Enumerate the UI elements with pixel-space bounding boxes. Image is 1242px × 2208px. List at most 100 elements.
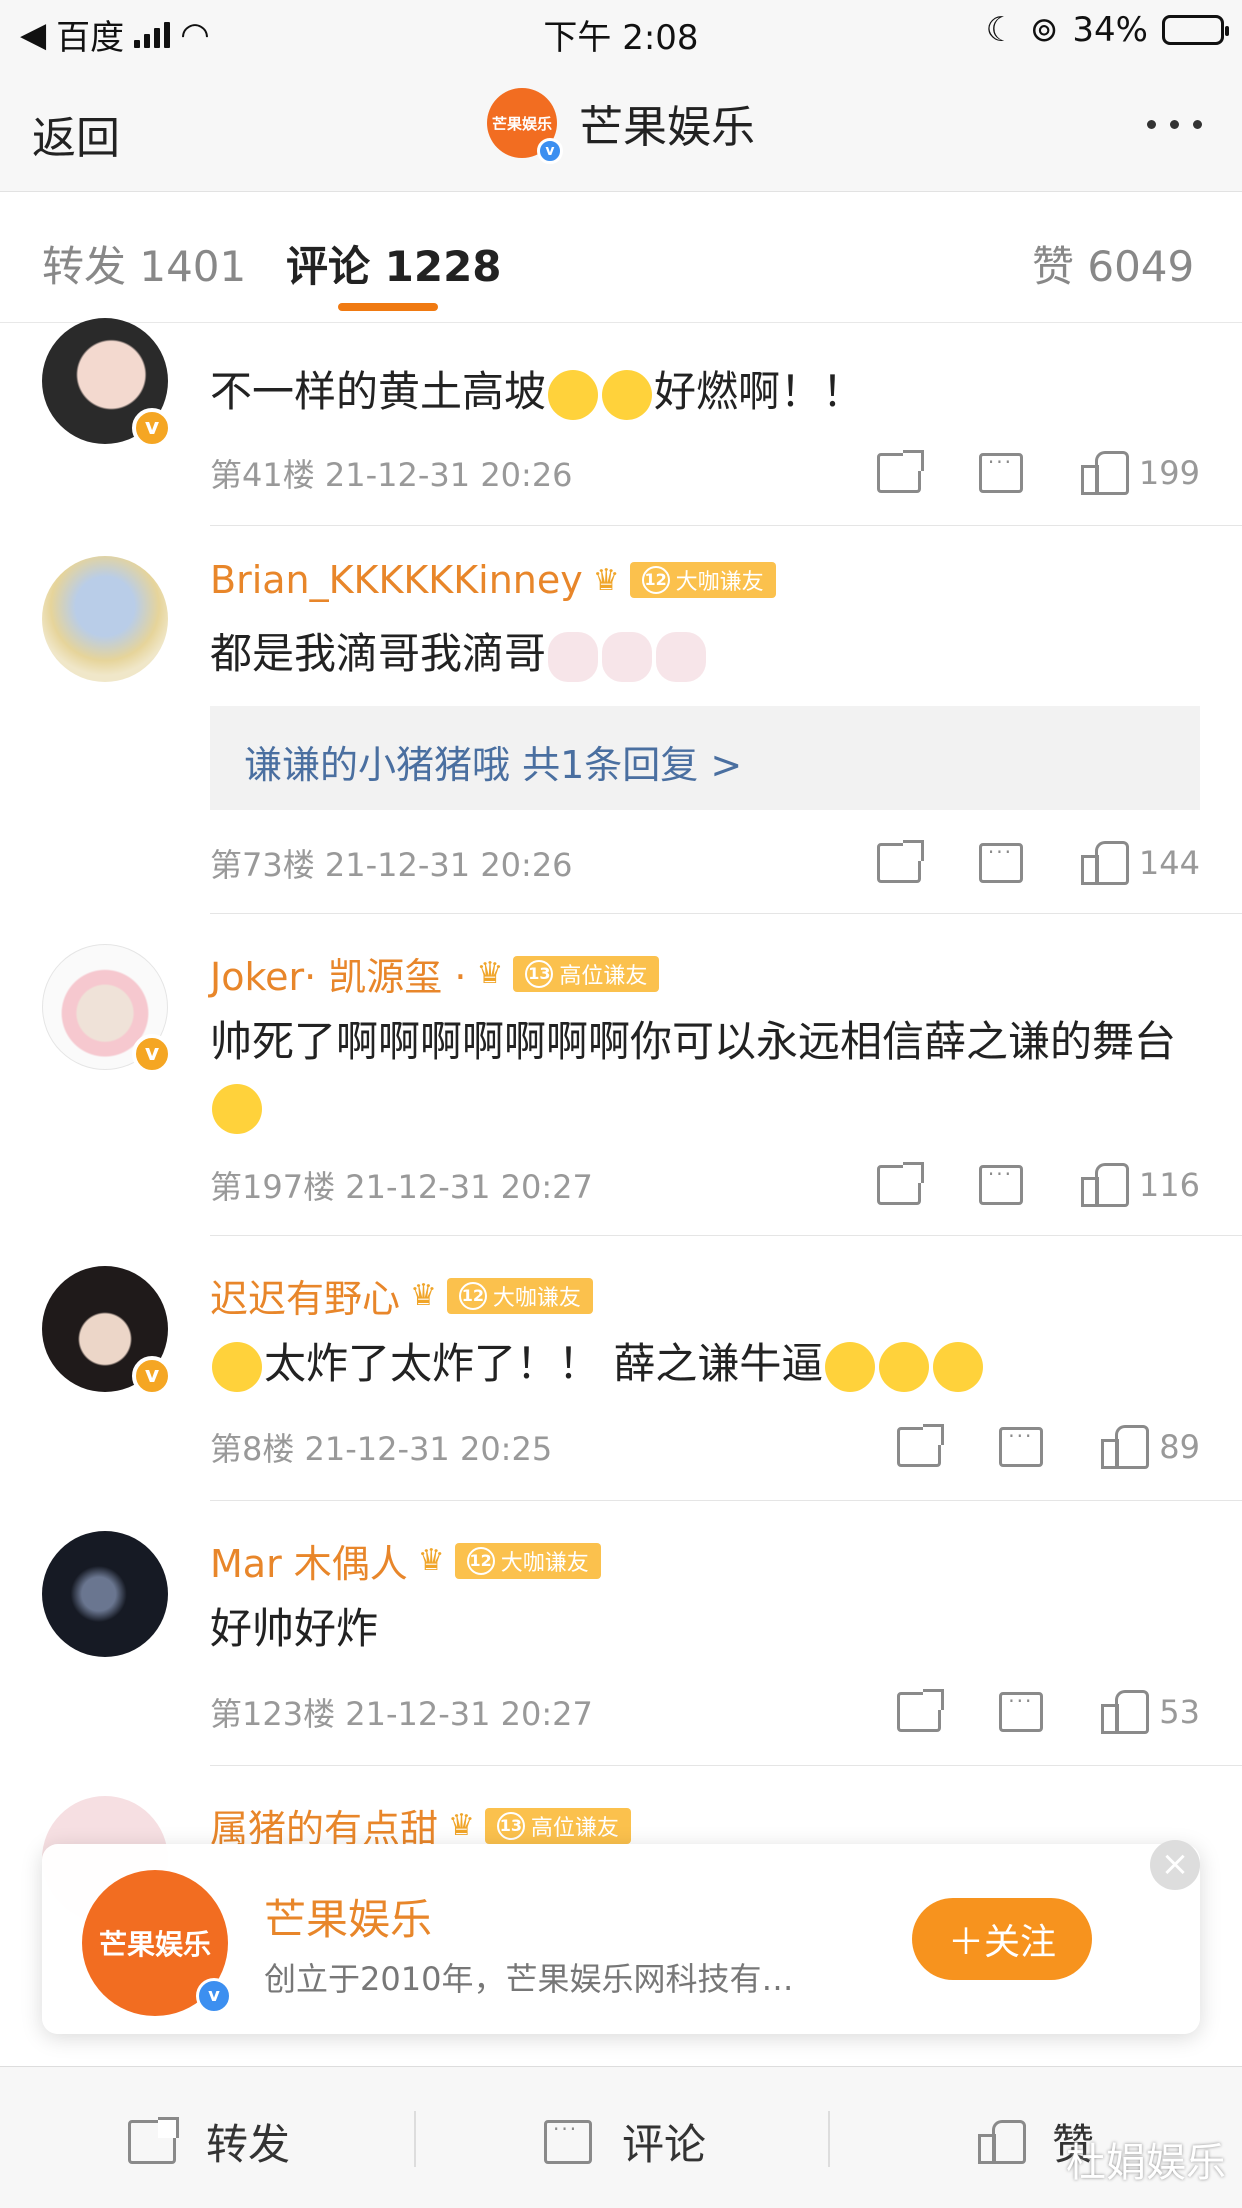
more-icon[interactable] xyxy=(1147,120,1202,129)
status-bar: ◀ 百度 ◠ 下午 2:08 ☾ ⊚ 34% xyxy=(0,0,1242,62)
watermark: 杜娟娱乐 xyxy=(1066,2140,1226,2186)
nav-bar: 返回 芒果娱乐 v 芒果娱乐 xyxy=(0,62,1242,192)
verified-icon: v xyxy=(132,408,172,448)
floor-time: 第8楼 21-12-31 20:25 xyxy=(210,1430,553,1468)
crown-icon: ♛ xyxy=(448,1808,475,1843)
reply-icon[interactable] xyxy=(978,840,1023,883)
crown-icon: ♛ xyxy=(417,1543,445,1578)
crown-icon: ♛ xyxy=(476,956,504,991)
avatar[interactable]: v xyxy=(42,318,172,448)
tab-bar: 转发 1401 评论 1228 赞 6049 xyxy=(0,193,1242,323)
thumbs-up-icon xyxy=(1080,841,1129,885)
like-count: 144 xyxy=(1138,844,1200,882)
comment-meta: 第73楼 21-12-31 20:26 144 xyxy=(210,840,1200,886)
fan-level-badge: 12 大咖谦友 xyxy=(454,1542,601,1579)
nav-title[interactable]: 芒果娱乐 v 芒果娱乐 xyxy=(0,88,1242,164)
crying-emoji-icon xyxy=(212,1083,262,1134)
thumbs-up-icon xyxy=(1101,1425,1150,1469)
moon-icon: ☾ xyxy=(985,10,1016,50)
reply-icon[interactable] xyxy=(978,1162,1023,1205)
like-button[interactable]: 144 xyxy=(1080,841,1200,885)
crown-icon: ♛ xyxy=(410,1278,437,1313)
follow-banner[interactable]: 芒果娱乐 v 芒果娱乐 创立于2010年，芒果娱乐网科技有… ＋关注 × xyxy=(42,1840,1200,2034)
comment-meta: 第123楼 21-12-31 20:27 53 xyxy=(210,1689,1200,1735)
verified-icon: v xyxy=(132,1356,172,1396)
repost-button[interactable]: 转发 xyxy=(128,2111,290,2172)
username[interactable]: Joker· 凯源玺 · ♛ 13 高位谦友 xyxy=(210,946,660,1001)
account-logo[interactable]: 芒果娱乐 v xyxy=(487,88,563,164)
bunny-emoji-icon xyxy=(548,631,599,682)
repost-label: 转发 xyxy=(206,2120,291,2169)
like-count: 89 xyxy=(1159,1428,1200,1466)
share-icon[interactable] xyxy=(876,840,924,883)
tab-like[interactable]: 赞 6049 xyxy=(1032,233,1194,294)
comment-meta: 第41楼 21-12-31 20:26 199 xyxy=(210,450,1200,496)
comment-label: 评论 xyxy=(622,2120,707,2169)
emoji-icon xyxy=(212,1341,262,1392)
bottom-action-bar: 转发 评论 赞 xyxy=(0,2066,1242,2208)
like-count: 53 xyxy=(1159,1693,1200,1731)
comment-text: 不一样的黄土高坡 好燃啊！！ xyxy=(210,360,1200,424)
share-icon[interactable] xyxy=(876,450,924,493)
avatar[interactable]: v xyxy=(42,944,172,1074)
username[interactable]: Mar 木偶人 ♛ 12 大咖谦友 xyxy=(210,1533,601,1588)
verified-icon: v xyxy=(196,1978,232,2014)
active-tab-indicator xyxy=(338,303,438,311)
floor-time: 第123楼 21-12-31 20:27 xyxy=(210,1695,593,1733)
rotation-lock-icon: ⊚ xyxy=(1029,10,1059,50)
fan-level-badge: 12 大咖谦友 xyxy=(446,1277,593,1314)
emoji-icon xyxy=(602,369,653,420)
divider xyxy=(414,2111,416,2167)
banner-description: 创立于2010年，芒果娱乐网科技有… xyxy=(264,1960,794,1998)
emoji-icon xyxy=(548,369,599,420)
avatar[interactable] xyxy=(42,1531,168,1657)
reply-preview[interactable]: 谦谦的小猪猪哦 共1条回复 > xyxy=(210,706,1200,810)
bunny-emoji-icon xyxy=(602,631,653,682)
share-icon[interactable] xyxy=(876,1162,924,1205)
floor-time: 第73楼 21-12-31 20:26 xyxy=(210,846,573,884)
account-name[interactable]: 芒果娱乐 xyxy=(579,91,755,155)
tab-repost[interactable]: 转发 1401 xyxy=(42,233,246,294)
share-icon[interactable] xyxy=(897,1424,945,1467)
divider xyxy=(210,913,1242,914)
floor-time: 第41楼 21-12-31 20:26 xyxy=(210,456,573,494)
reply-icon[interactable] xyxy=(999,1424,1044,1467)
comment-text: 都是我滴哥我滴哥 xyxy=(210,622,1200,686)
follow-button[interactable]: ＋关注 xyxy=(912,1898,1092,1980)
comment-text: 帅死了啊啊啊啊啊啊啊你可以永远相信薛之谦的舞台 xyxy=(210,1010,1200,1138)
share-icon[interactable] xyxy=(897,1689,945,1732)
like-button[interactable]: 89 xyxy=(1101,1425,1200,1469)
username[interactable]: Brian_KKKKKKinney ♛ 12 大咖谦友 xyxy=(210,558,776,602)
banner-account-name[interactable]: 芒果娱乐 xyxy=(264,1886,432,1947)
comment-text: 太炸了太炸了！！ 薛之谦牛逼 xyxy=(210,1332,1200,1396)
verified-icon: v xyxy=(132,1034,172,1074)
divider xyxy=(210,1235,1242,1236)
verified-icon: v xyxy=(537,138,563,164)
like-button[interactable]: 199 xyxy=(1080,451,1200,495)
close-icon[interactable]: × xyxy=(1150,1840,1200,1890)
divider xyxy=(828,2111,830,2167)
battery-percent: 34% xyxy=(1072,10,1148,50)
emoji-icon xyxy=(879,1341,930,1392)
comment-text: 好帅好炸 xyxy=(210,1604,379,1653)
like-button[interactable]: 53 xyxy=(1101,1690,1200,1734)
comment-button[interactable]: 评论 xyxy=(544,2111,706,2172)
tab-comment[interactable]: 评论 1228 xyxy=(286,233,502,294)
banner-logo[interactable]: 芒果娱乐 v xyxy=(82,1870,232,2016)
avatar[interactable]: v xyxy=(42,1266,172,1396)
thumbs-up-icon xyxy=(1080,1163,1129,1207)
reply-icon[interactable] xyxy=(999,1689,1044,1732)
like-button[interactable]: 116 xyxy=(1080,1163,1200,1207)
fan-level-badge: 13 高位谦友 xyxy=(484,1807,631,1844)
logo-text: 芒果娱乐 xyxy=(491,114,552,133)
like-count: 199 xyxy=(1138,454,1200,492)
username[interactable]: 迟迟有野心 ♛ 12 大咖谦友 xyxy=(210,1268,593,1323)
divider xyxy=(210,1765,1242,1766)
avatar[interactable] xyxy=(42,556,168,682)
crown-icon: ♛ xyxy=(592,562,620,598)
emoji-icon xyxy=(933,1341,984,1392)
like-count: 116 xyxy=(1138,1166,1200,1204)
reply-icon[interactable] xyxy=(978,450,1023,493)
fan-level-badge: 12 大咖谦友 xyxy=(629,562,776,598)
fan-level-badge: 13 高位谦友 xyxy=(513,955,660,992)
